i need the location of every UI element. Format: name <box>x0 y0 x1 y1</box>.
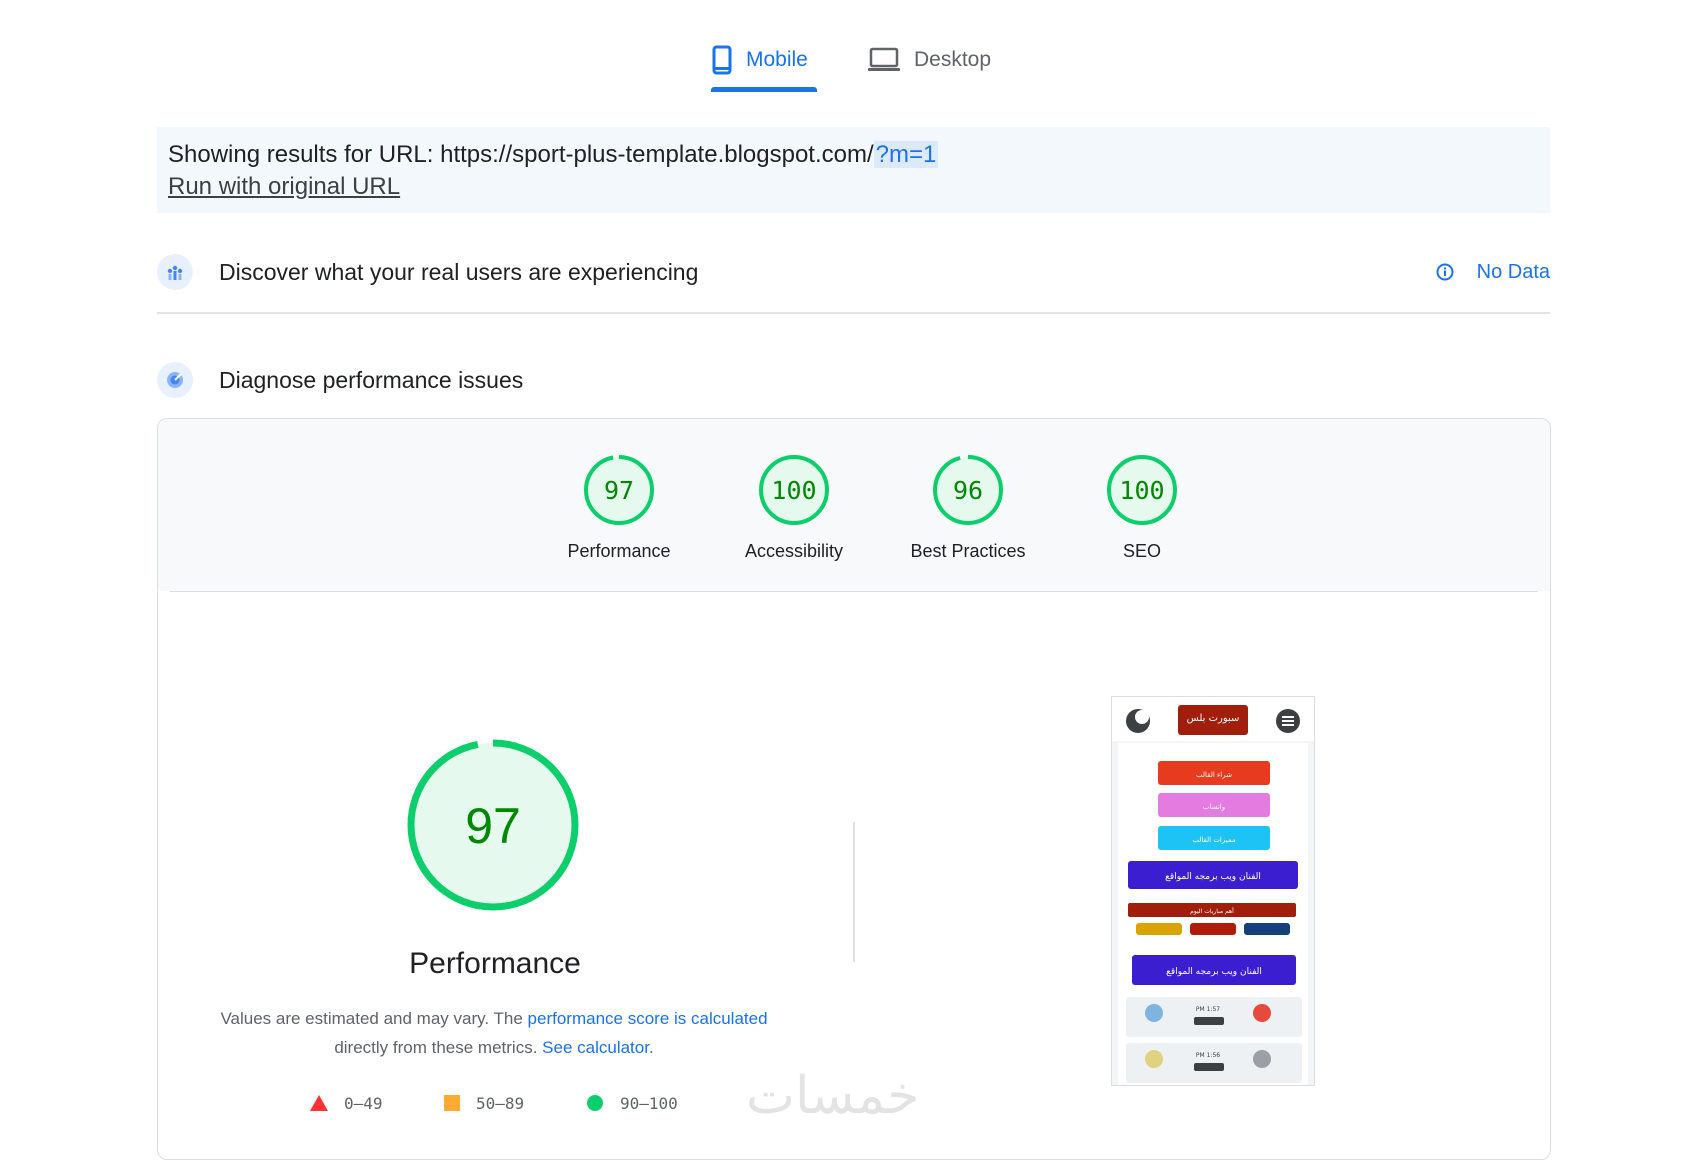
svg-text:أهم مباريات اليوم: أهم مباريات اليوم <box>1190 907 1234 915</box>
svg-text:مميزات القالب: مميزات القالب <box>1192 836 1236 844</box>
field-data-section: Discover what your real users are experi… <box>157 247 1550 297</box>
section-divider <box>157 312 1550 314</box>
gauge-best-practices-label: Best Practices <box>910 541 1026 561</box>
gauge-performance-label: Performance <box>567 541 671 561</box>
triangle-icon <box>310 1095 328 1111</box>
gauge-best-practices-value: 96 <box>953 476 983 505</box>
gauge-accessibility[interactable]: 100 Accessibility <box>724 453 864 562</box>
gauges-divider <box>170 591 1538 592</box>
performance-description: Values are estimated and may vary. The p… <box>194 1004 794 1062</box>
smartphone-icon <box>712 45 732 75</box>
performance-main-gauge: 97 <box>405 737 581 918</box>
svg-text:الفنان ويب برمجه المواقع: الفنان ويب برمجه المواقع <box>1166 967 1262 977</box>
tab-mobile[interactable]: Mobile <box>712 38 808 82</box>
score-gauges-band: 97 Performance 100 Accessibility 96 Best… <box>158 419 1550 591</box>
legend-fail-range: 0–49 <box>344 1093 383 1113</box>
gauge-performance-value: 97 <box>604 476 634 505</box>
circle-icon <box>586 1094 604 1112</box>
users-chart-icon <box>157 254 193 290</box>
active-tab-indicator <box>711 87 817 92</box>
gauge-seo-value: 100 <box>1119 476 1164 505</box>
gauge-seo[interactable]: 100 SEO <box>1072 453 1212 562</box>
url-param-highlight: ?m=1 <box>873 141 939 168</box>
gauge-seo-ring: 100 <box>1107 455 1177 525</box>
gauge-performance[interactable]: 97 Performance <box>549 453 689 562</box>
info-icon <box>1435 262 1455 282</box>
vertical-divider <box>853 822 855 962</box>
svg-text:شراء القالب: شراء القالب <box>1196 771 1232 779</box>
perf-desc-text-1: Values are estimated and may vary. The <box>220 1009 528 1028</box>
watermark: خمسات <box>746 1066 920 1126</box>
tab-desktop-label: Desktop <box>914 48 992 71</box>
thumb-site-title: سبورت بلس <box>1187 713 1240 724</box>
url-notice-banner: Showing results for URL: https://sport-p… <box>157 127 1550 213</box>
svg-text:PM 1:56: PM 1:56 <box>1196 1052 1220 1059</box>
gauge-accessibility-label: Accessibility <box>744 541 844 561</box>
legend-average: 50–89 <box>444 1091 524 1115</box>
no-data-link[interactable]: No Data <box>1435 247 1550 297</box>
legend-pass: 90–100 <box>586 1091 678 1115</box>
gauge-accessibility-value: 100 <box>771 476 816 505</box>
square-icon <box>444 1095 460 1111</box>
gauge-best-practices[interactable]: 96 Best Practices <box>898 453 1038 562</box>
lighthouse-icon <box>157 362 193 398</box>
score-calculated-link[interactable]: performance score is calculated <box>528 1009 768 1028</box>
gauge-best-practices-ring: 96 <box>933 455 1003 525</box>
legend-average-range: 50–89 <box>476 1093 525 1113</box>
legend-fail: 0–49 <box>310 1091 383 1115</box>
legend-pass-range: 90–100 <box>620 1093 678 1113</box>
svg-text:PM 1:57: PM 1:57 <box>1196 1006 1220 1013</box>
gauge-performance-ring: 97 <box>584 455 654 525</box>
gauge-accessibility-ring: 100 <box>759 455 829 525</box>
device-tabs: Mobile Desktop <box>0 0 1700 95</box>
diagnose-title: Diagnose performance issues <box>219 366 524 393</box>
run-original-url-link[interactable]: Run with original URL <box>168 173 400 201</box>
final-screenshot-thumbnail[interactable]: سبورت بلس شراء القالب واتساب مميزات القا… <box>1111 696 1315 1086</box>
performance-title: Performance <box>409 947 581 980</box>
svg-text:واتساب: واتساب <box>1203 803 1225 811</box>
url-notice-prefix: Showing results for URL: https://sport-p… <box>168 141 874 168</box>
see-calculator-link[interactable]: See calculator. <box>542 1038 654 1057</box>
svg-text:الفنان ويب برمجه المواقع: الفنان ويب برمجه المواقع <box>1165 872 1261 882</box>
field-data-title: Discover what your real users are experi… <box>219 258 699 285</box>
laptop-icon <box>868 47 900 73</box>
tab-mobile-label: Mobile <box>746 48 808 71</box>
gauge-seo-label: SEO <box>1122 541 1161 561</box>
performance-main-score: 97 <box>465 798 521 854</box>
perf-desc-text-2: directly from these metrics. <box>334 1038 543 1057</box>
tab-desktop[interactable]: Desktop <box>868 38 991 82</box>
diagnose-section: Diagnose performance issues <box>157 355 1550 405</box>
url-notice-text: Showing results for URL: https://sport-p… <box>168 141 939 169</box>
no-data-label: No Data <box>1476 260 1550 283</box>
